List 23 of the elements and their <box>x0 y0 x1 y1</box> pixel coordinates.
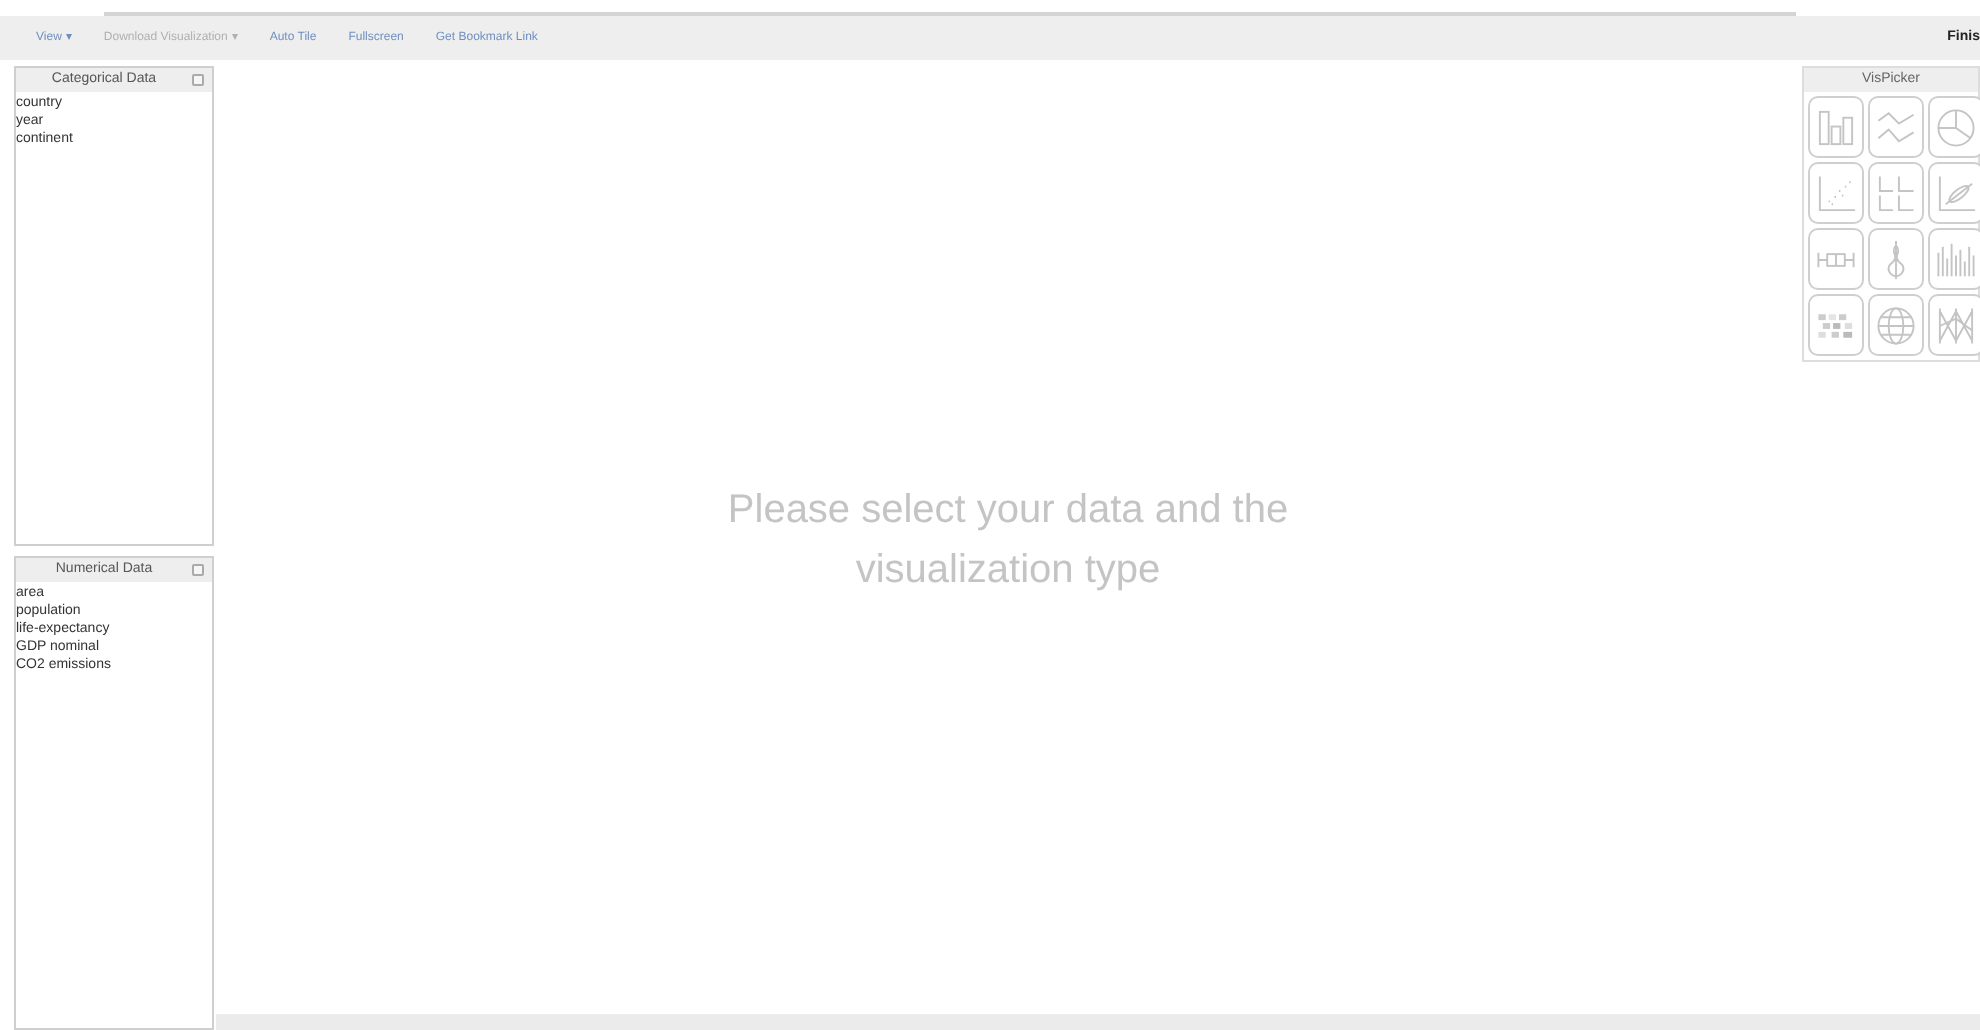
regression-plot-icon <box>1934 171 1978 215</box>
vis-type-button[interactable] <box>1808 96 1864 158</box>
parallel-coordinates-icon <box>1934 303 1978 347</box>
vis-type-button[interactable] <box>1928 228 1980 290</box>
vis-type-button[interactable] <box>1808 228 1864 290</box>
panel-checkbox[interactable] <box>192 74 204 86</box>
vis-type-button[interactable] <box>1868 96 1924 158</box>
horizontal-scrollbar[interactable] <box>216 1014 1980 1030</box>
vis-type-button[interactable] <box>1868 294 1924 356</box>
vis-type-button[interactable] <box>1928 162 1980 224</box>
vis-type-button[interactable] <box>1928 294 1980 356</box>
globe-icon <box>1874 303 1918 347</box>
vis-type-button[interactable] <box>1928 96 1980 158</box>
pie-chart-icon <box>1934 105 1978 149</box>
bar-chart-icon <box>1814 105 1858 149</box>
placeholder-message: Please select your data and the visualization type <box>725 486 1291 596</box>
panel-checkbox[interactable] <box>192 564 204 576</box>
vis-type-button[interactable] <box>1808 162 1864 224</box>
scatter-matrix-icon <box>1874 171 1918 215</box>
vis-type-button[interactable] <box>1868 228 1924 290</box>
scatter-plot-icon <box>1814 171 1858 215</box>
vis-type-button[interactable] <box>1808 294 1864 356</box>
vis-type-button[interactable] <box>1868 162 1924 224</box>
